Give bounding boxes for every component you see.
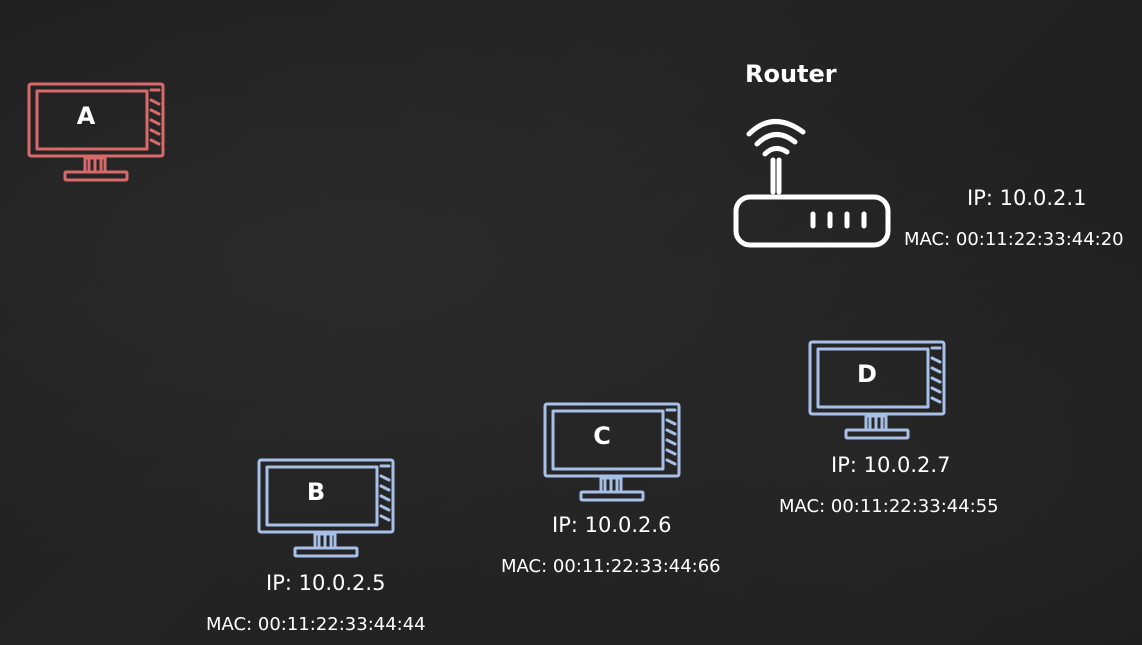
device-label: D	[857, 360, 877, 388]
device-d: D	[808, 338, 948, 440]
network-diagram: A B IP: 10.0.2.5 MAC: 00:11:22:33:44:44 …	[0, 0, 1142, 645]
device-d-ip: IP: 10.0.2.7	[831, 453, 951, 477]
monitor-icon	[27, 82, 165, 182]
device-label: B	[306, 478, 326, 506]
monitor-icon	[257, 458, 395, 558]
device-c-mac: MAC: 00:11:22:33:44:66	[501, 556, 721, 577]
device-c-ip: IP: 10.0.2.6	[552, 513, 672, 537]
monitor-icon	[808, 340, 946, 440]
wifi-router-icon	[733, 112, 893, 256]
device-label: A	[76, 102, 96, 130]
router-title: Router	[745, 60, 837, 88]
device-a: A	[27, 80, 167, 182]
device-b: B	[257, 456, 397, 558]
router-mac: MAC: 00:11:22:33:44:20	[904, 229, 1124, 250]
router-ip: IP: 10.0.2.1	[967, 186, 1087, 210]
monitor-icon	[543, 402, 681, 502]
device-c: C	[543, 400, 683, 502]
device-b-ip: IP: 10.0.2.5	[266, 571, 386, 595]
device-b-mac: MAC: 00:11:22:33:44:44	[206, 614, 426, 635]
device-d-mac: MAC: 00:11:22:33:44:55	[779, 496, 999, 517]
device-label: C	[593, 422, 611, 450]
